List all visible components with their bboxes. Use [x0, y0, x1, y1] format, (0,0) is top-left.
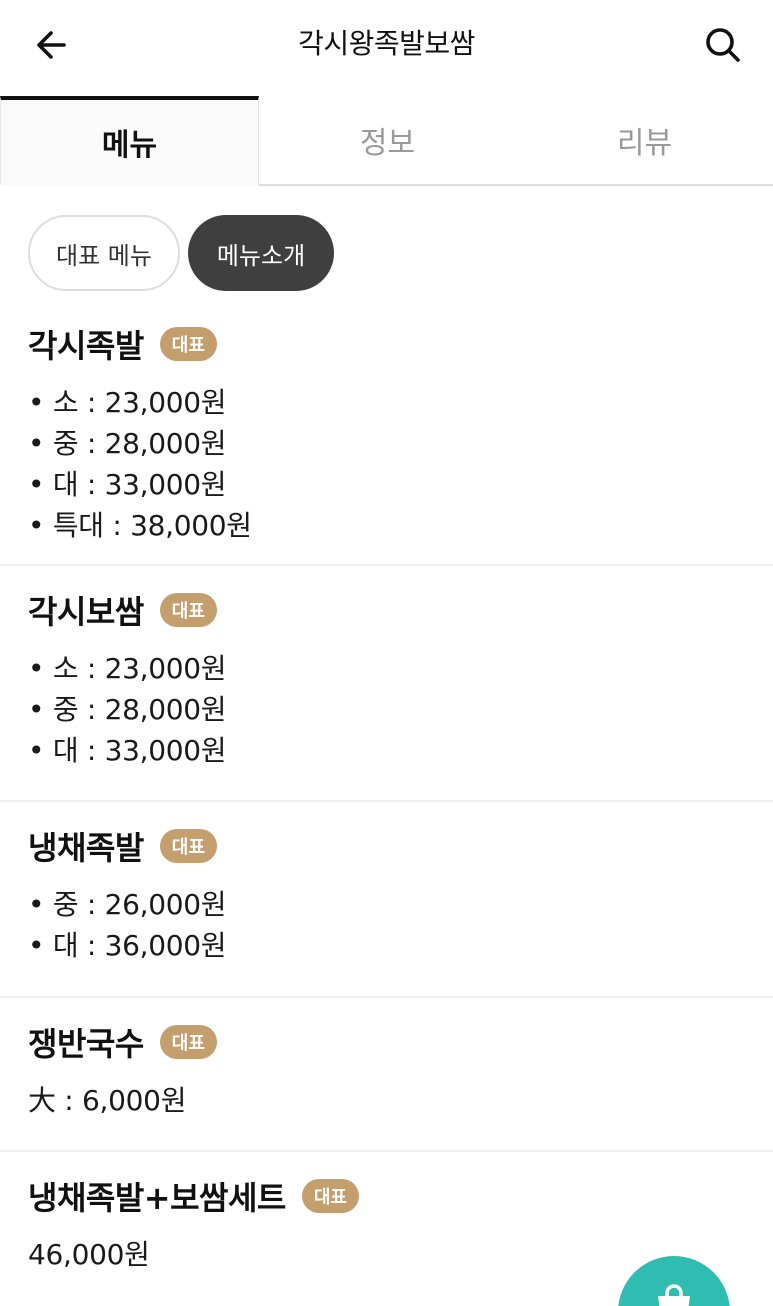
tab-menu[interactable]: 메뉴 — [0, 96, 259, 186]
menu-item-header: 냉채족발+보쌈세트 대표 — [28, 1168, 745, 1224]
representative-badge: 대표 — [159, 327, 217, 361]
price-list: 大 : 6,000원 — [28, 1080, 745, 1121]
menu-item-header: 냉채족발 대표 — [28, 818, 745, 874]
menu-item[interactable]: 냉채족발 대표 • 중 : 26,000원 • 대 : 36,000원 — [0, 802, 773, 998]
cart-icon — [658, 1284, 690, 1306]
price-list: • 소 : 23,000원 • 중 : 28,000원 • 대 : 33,000… — [28, 382, 745, 546]
menu-filter-chips: 대표 메뉴 메뉴소개 — [28, 215, 334, 291]
menu-item-name: 각시족발 — [28, 327, 144, 365]
page-title: 각시왕족발보쌈 — [298, 27, 475, 60]
tab-info[interactable]: 정보 — [259, 96, 516, 184]
menu-item[interactable]: 각시족발 대표 • 소 : 23,000원 • 중 : 28,000원 • 대 … — [0, 300, 773, 566]
store-menu-page: 각시왕족발보쌈 메뉴 정보 리뷰 대표 메뉴 메뉴소개 각시족발 대표 • 소 … — [0, 0, 773, 1306]
price-line: • 중 : 26,000원 — [28, 888, 227, 921]
tab-reviews[interactable]: 리뷰 — [516, 96, 773, 184]
price-line: • 대 : 36,000원 — [28, 929, 227, 962]
price-line: • 특대 : 38,000원 — [28, 509, 252, 542]
price-list: • 소 : 23,000원 • 중 : 28,000원 • 대 : 33,000… — [28, 648, 745, 771]
menu-item-name: 냉채족발 — [28, 829, 144, 867]
price-line: • 소 : 23,000원 — [28, 386, 227, 419]
price-line: • 대 : 33,000원 — [28, 734, 227, 767]
chip-menu-intro[interactable]: 메뉴소개 — [188, 215, 334, 291]
menu-item-header: 각시보쌈 대표 — [28, 582, 745, 638]
menu-item[interactable]: 각시보쌈 대표 • 소 : 23,000원 • 중 : 28,000원 • 대 … — [0, 566, 773, 802]
tab-bar: 메뉴 정보 리뷰 — [0, 96, 773, 186]
search-button[interactable] — [697, 20, 749, 70]
price-line: • 소 : 23,000원 — [28, 652, 227, 685]
top-app-bar: 각시왕족발보쌈 — [0, 0, 773, 92]
menu-item-header: 각시족발 대표 — [28, 316, 745, 372]
menu-item-header: 쟁반국수 대표 — [28, 1014, 745, 1070]
representative-badge: 대표 — [159, 593, 217, 627]
menu-item-name: 쟁반국수 — [28, 1025, 144, 1063]
chip-representative-menu[interactable]: 대표 메뉴 — [28, 215, 180, 291]
menu-item-name: 냉채족발+보쌈세트 — [28, 1179, 286, 1217]
price-line: • 중 : 28,000원 — [28, 427, 227, 460]
search-icon — [706, 28, 740, 62]
menu-item[interactable]: 쟁반국수 대표 大 : 6,000원 — [0, 998, 773, 1152]
representative-badge: 대표 — [159, 829, 217, 863]
menu-item-name: 각시보쌈 — [28, 593, 144, 631]
price-line: • 중 : 28,000원 — [28, 693, 227, 726]
menu-list: 각시족발 대표 • 소 : 23,000원 • 중 : 28,000원 • 대 … — [0, 300, 773, 1306]
price-line: 大 : 6,000원 — [28, 1084, 187, 1117]
price-list: • 중 : 26,000원 • 대 : 36,000원 — [28, 884, 745, 966]
representative-badge: 대표 — [301, 1179, 359, 1213]
price-line: • 대 : 33,000원 — [28, 468, 227, 501]
representative-badge: 대표 — [159, 1025, 217, 1059]
